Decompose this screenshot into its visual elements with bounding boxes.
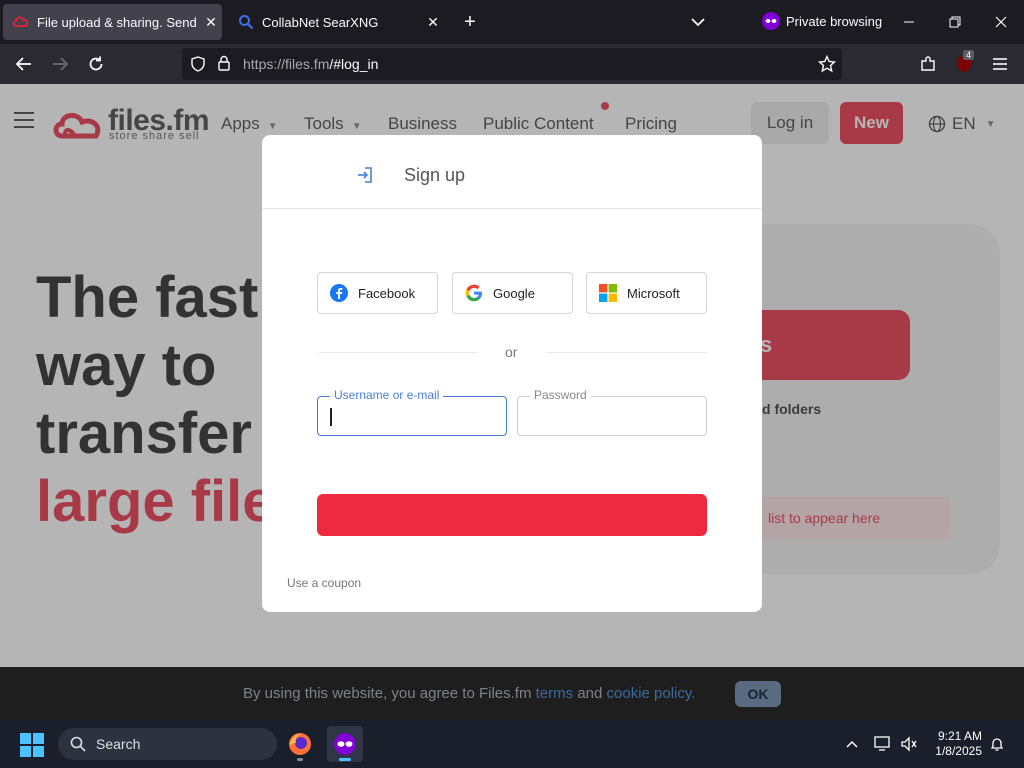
tab-label: File upload & sharing. Send larg xyxy=(37,14,200,30)
shield-icon[interactable] xyxy=(190,56,206,77)
close-tab-icon[interactable]: ✕ xyxy=(422,14,444,31)
facebook-icon xyxy=(330,284,348,302)
notification-bell-icon[interactable] xyxy=(987,734,1007,754)
windows-taskbar: Search 9:21 AM 1/8/2025 xyxy=(0,720,1024,768)
or-separator: or xyxy=(505,344,518,360)
network-icon[interactable] xyxy=(873,734,893,754)
files-fm-icon xyxy=(13,14,29,30)
system-clock[interactable]: 9:21 AM 1/8/2025 xyxy=(928,729,982,759)
windows-start-icon[interactable] xyxy=(20,733,44,757)
cookie-ok-button[interactable]: OK xyxy=(735,681,781,707)
page-content: files.fm store share sell Apps ▼ Tools ▼ B… xyxy=(0,84,1024,667)
address-bar[interactable]: https://files.fm/#log_in xyxy=(182,48,842,80)
new-tab-button[interactable]: + xyxy=(458,9,482,35)
divider-left xyxy=(319,352,477,353)
cookie-consent-bar: By using this website, you agree to File… xyxy=(0,667,1024,720)
cookie-policy-link[interactable]: cookie policy. xyxy=(607,685,696,702)
reload-icon[interactable] xyxy=(81,50,111,78)
microsoft-login-button[interactable]: Microsoft xyxy=(586,272,707,314)
terms-link[interactable]: terms xyxy=(536,685,574,702)
browser-nav-bar: https://files.fm/#log_in 4 xyxy=(0,44,1024,84)
close-tab-icon[interactable]: ✕ xyxy=(200,14,222,31)
forward-arrow-icon[interactable] xyxy=(45,50,75,78)
google-login-button[interactable]: Google xyxy=(452,272,573,314)
login-modal: Sign up Facebook Google Microsoft or Use… xyxy=(262,135,762,612)
text-caret xyxy=(330,408,332,426)
private-browsing-indicator: Private browsing xyxy=(762,12,882,30)
modal-header: Sign up xyxy=(262,135,762,209)
divider-right xyxy=(547,352,707,353)
show-hidden-icons-chevron-icon[interactable] xyxy=(842,734,862,754)
sign-up-tab[interactable]: Sign up xyxy=(404,165,465,186)
tab-label: CollabNet SearXNG xyxy=(262,14,379,30)
submit-button[interactable] xyxy=(317,494,707,536)
browser-tab-bar: File upload & sharing. Send larg ✕ Colla… xyxy=(0,0,1024,44)
taskbar-search[interactable]: Search xyxy=(58,728,277,760)
tab-files-fm[interactable]: File upload & sharing. Send larg ✕ xyxy=(3,4,222,40)
sign-in-icon[interactable] xyxy=(355,165,375,185)
back-arrow-icon[interactable] xyxy=(9,50,39,78)
restore-icon[interactable] xyxy=(932,0,978,44)
username-field[interactable]: Username or e-mail xyxy=(317,388,507,436)
tab-list-chevron-icon[interactable] xyxy=(686,10,710,34)
extensions-icon[interactable] xyxy=(913,50,943,78)
password-input[interactable] xyxy=(518,397,706,435)
private-mask-icon xyxy=(762,12,780,30)
password-field[interactable]: Password xyxy=(517,388,707,436)
hamburger-menu-icon[interactable] xyxy=(985,50,1015,78)
cookie-text: By using this website, you agree to File… xyxy=(243,685,696,702)
search-icon xyxy=(238,14,254,30)
tab-searxng[interactable]: CollabNet SearXNG ✕ xyxy=(228,4,444,40)
use-coupon-link[interactable]: Use a coupon xyxy=(287,576,361,590)
minimize-icon[interactable] xyxy=(886,0,932,44)
firefox-private-taskbar-icon[interactable] xyxy=(327,726,363,762)
firefox-taskbar-icon[interactable] xyxy=(282,726,318,762)
extension-badge: 4 xyxy=(963,50,975,60)
bookmark-star-icon[interactable] xyxy=(817,54,837,78)
search-icon xyxy=(70,736,86,752)
url-text: https://files.fm/#log_in xyxy=(243,56,379,72)
facebook-login-button[interactable]: Facebook xyxy=(317,272,438,314)
close-window-icon[interactable] xyxy=(978,0,1024,44)
google-icon xyxy=(465,284,483,302)
username-input[interactable] xyxy=(318,397,506,435)
private-label: Private browsing xyxy=(786,13,883,29)
microsoft-icon xyxy=(599,284,617,302)
lock-icon[interactable] xyxy=(217,55,231,76)
volume-icon[interactable] xyxy=(899,734,919,754)
ublock-icon[interactable]: 4 xyxy=(949,50,979,78)
